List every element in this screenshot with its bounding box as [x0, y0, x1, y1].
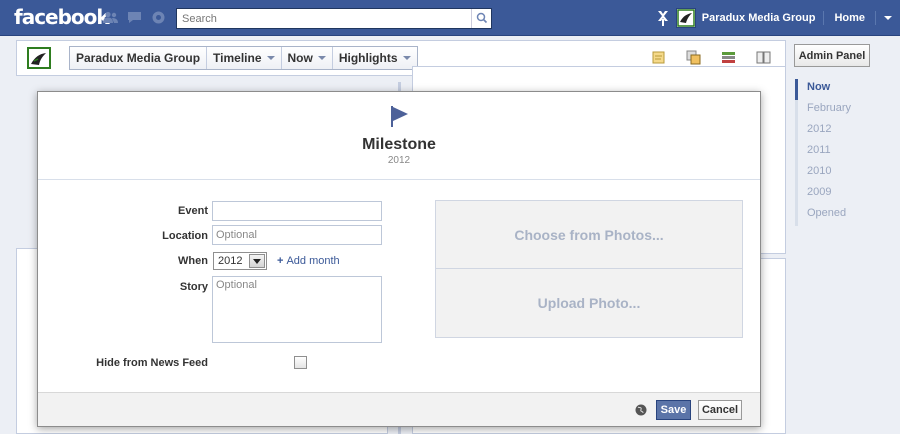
- story-textarea[interactable]: [212, 276, 382, 343]
- chevron-down-icon: [317, 56, 326, 60]
- scrubber-item-2009[interactable]: 2009: [795, 184, 885, 205]
- location-label: Location: [162, 230, 208, 242]
- scrubber-item-2012[interactable]: 2012: [795, 121, 885, 142]
- plus-icon: +: [277, 255, 284, 267]
- search-icon: [476, 12, 488, 24]
- page-logo-icon: [676, 9, 695, 27]
- nav-label: Timeline: [213, 51, 262, 65]
- search-box[interactable]: [176, 8, 492, 29]
- chevron-down-icon: [266, 56, 275, 60]
- notifications-icon[interactable]: [151, 11, 166, 24]
- timeline-nav-timeline[interactable]: Timeline: [207, 47, 282, 69]
- photo-picker: Choose from Photos... Upload Photo...: [435, 200, 743, 338]
- page-name-link[interactable]: Paradux Media Group: [702, 12, 824, 24]
- chevron-down-icon: [402, 56, 411, 60]
- page-logo-icon: [31, 53, 46, 65]
- nav-label: Highlights: [338, 51, 398, 65]
- year-select[interactable]: 2012: [213, 252, 267, 270]
- dialog-year: 2012: [387, 155, 411, 166]
- cancel-button[interactable]: Cancel: [698, 400, 742, 420]
- story-label: Story: [179, 281, 208, 293]
- add-month-link[interactable]: + Add month: [277, 255, 340, 267]
- year-scrubber: Now February 2012 2011 2010 2009 Opened: [795, 79, 885, 226]
- account-menu-button[interactable]: [876, 0, 900, 36]
- event-input[interactable]: [212, 201, 382, 221]
- milestone-flag-icon: [391, 106, 408, 127]
- timeline-nav-now[interactable]: Now: [282, 47, 333, 69]
- scrubber-item-2011[interactable]: 2011: [795, 142, 885, 163]
- hide-from-feed-label: Hide from News Feed: [96, 357, 208, 369]
- when-label: When: [178, 255, 208, 267]
- nav-label: Now: [287, 51, 313, 65]
- dialog-footer: Save Cancel: [38, 392, 760, 426]
- upload-photo-button[interactable]: Upload Photo...: [436, 269, 742, 337]
- home-link[interactable]: Home: [824, 12, 875, 24]
- insights-icon[interactable]: [721, 50, 736, 65]
- scrubber-item-now[interactable]: Now: [795, 79, 885, 100]
- location-input[interactable]: [212, 225, 382, 245]
- top-bar: facebook Paradux Media Group Home: [0, 0, 900, 36]
- search-button[interactable]: [471, 9, 491, 28]
- notes-icon[interactable]: [651, 50, 666, 65]
- scrubber-item-2010[interactable]: 2010: [795, 163, 885, 184]
- admin-panel-button[interactable]: Admin Panel: [794, 44, 870, 67]
- timeline-nav-highlights[interactable]: Highlights: [333, 47, 417, 69]
- use-as-page-icon[interactable]: [656, 10, 670, 26]
- add-month-label: Add month: [286, 255, 340, 267]
- messages-icon[interactable]: [127, 11, 142, 24]
- choose-from-photos-button[interactable]: Choose from Photos...: [436, 201, 742, 269]
- save-button[interactable]: Save: [656, 400, 691, 420]
- page-avatar[interactable]: [675, 8, 696, 28]
- timeline-nav-page[interactable]: Paradux Media Group: [70, 47, 208, 69]
- year-select-value: 2012: [218, 255, 243, 267]
- page-info-icon[interactable]: [756, 50, 771, 65]
- dialog-header: Milestone 2012: [38, 92, 760, 180]
- scrubber-item-february[interactable]: February: [795, 100, 885, 121]
- chevron-down-icon: [249, 254, 265, 268]
- page-profile-thumb[interactable]: [27, 47, 51, 69]
- nav-label: Paradux Media Group: [76, 51, 201, 65]
- privacy-globe-icon[interactable]: [635, 404, 647, 416]
- hide-from-feed-checkbox[interactable]: [294, 356, 307, 369]
- milestone-dialog: Milestone 2012 Event Location When 2012 …: [37, 91, 761, 427]
- search-input[interactable]: [177, 9, 467, 28]
- facebook-logo[interactable]: facebook: [14, 5, 110, 29]
- top-right-nav: Paradux Media Group Home: [656, 0, 900, 36]
- friend-requests-icon[interactable]: [103, 11, 118, 24]
- event-label: Event: [178, 205, 208, 217]
- dialog-title: Milestone: [362, 136, 436, 153]
- timeline-nav: Paradux Media Group Timeline Now Highlig…: [69, 46, 418, 70]
- photos-icon[interactable]: [686, 50, 701, 65]
- scrubber-item-opened[interactable]: Opened: [795, 205, 885, 226]
- timeline-actions: [651, 50, 771, 65]
